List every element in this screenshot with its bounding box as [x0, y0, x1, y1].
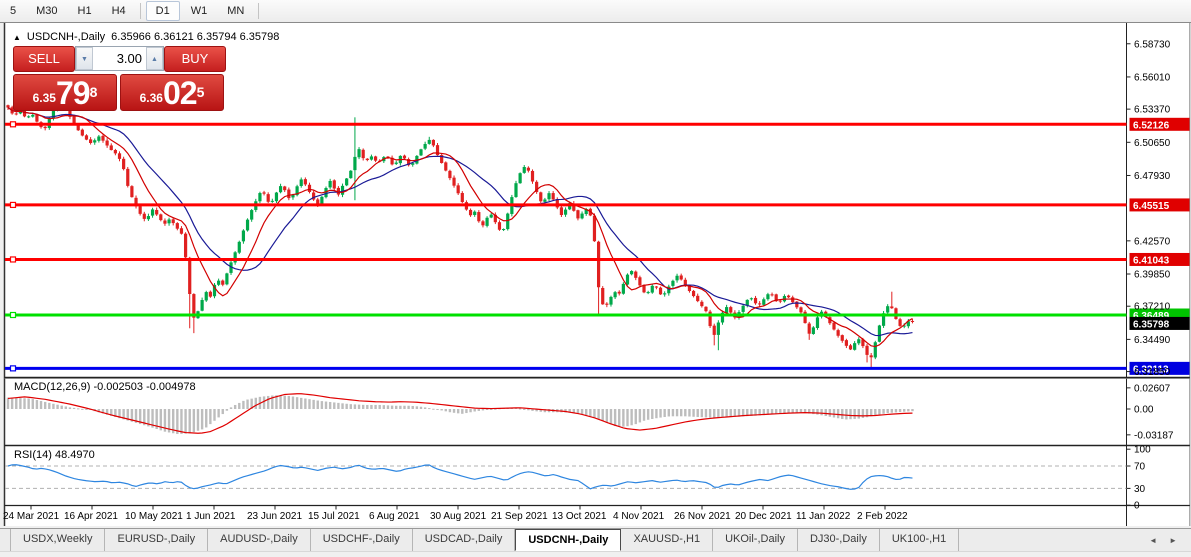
svg-text:13 Oct 2021: 13 Oct 2021 — [552, 511, 607, 522]
tab-scroll-left-icon[interactable]: ◄ — [1149, 536, 1157, 545]
svg-text:-0.03187: -0.03187 — [1134, 430, 1174, 441]
svg-text:6.52126: 6.52126 — [1133, 120, 1170, 131]
timeframe-button-5[interactable]: 5 — [1, 2, 25, 20]
chart-tab-audusd-daily[interactable]: AUDUSD-,Daily — [208, 529, 311, 551]
sell-price-panel[interactable]: 6.35 79 8 — [13, 74, 117, 111]
timeframe-button-mn[interactable]: MN — [218, 2, 253, 20]
chart-ohlc-values: 6.35966 6.36121 6.35794 6.35798 — [111, 31, 280, 43]
chart-symbol-label: USDCNH-,Daily — [26, 31, 106, 43]
timeframe-button-h1[interactable]: H1 — [69, 2, 101, 20]
svg-text:30 Aug 2021: 30 Aug 2021 — [430, 511, 487, 522]
sell-button[interactable]: SELL — [13, 46, 75, 72]
svg-text:2 Feb 2022: 2 Feb 2022 — [857, 511, 908, 522]
svg-text:6.35798: 6.35798 — [1133, 319, 1170, 330]
volume-stepper: ▼ ▲ — [75, 46, 164, 71]
rsi-indicator-label: RSI(14) 48.4970 — [14, 449, 95, 461]
volume-increase-icon[interactable]: ▲ — [146, 47, 163, 70]
sell-price-prefix: 6.35 — [32, 91, 56, 105]
buy-button[interactable]: BUY — [164, 46, 226, 72]
svg-text:15 Jul 2021: 15 Jul 2021 — [308, 511, 360, 522]
toolbar-separator — [258, 3, 260, 19]
svg-text:1 Jun 2021: 1 Jun 2021 — [186, 511, 236, 522]
sell-price-sup: 8 — [89, 84, 98, 100]
buy-price-sup: 5 — [196, 84, 205, 100]
timeframe-button-m30[interactable]: M30 — [27, 2, 66, 20]
svg-text:6.39850: 6.39850 — [1134, 270, 1171, 281]
timeframe-button-h4[interactable]: H4 — [103, 2, 135, 20]
chart-tab-uk100-h1[interactable]: UK100-,H1 — [880, 529, 960, 551]
svg-text:6.34490: 6.34490 — [1134, 335, 1171, 346]
svg-text:70: 70 — [1134, 462, 1146, 473]
volume-input[interactable] — [93, 47, 146, 70]
chart-tab-usdcad-daily[interactable]: USDCAD-,Daily — [413, 529, 516, 551]
svg-text:6.31850: 6.31850 — [1134, 367, 1171, 378]
svg-text:100: 100 — [1134, 445, 1151, 456]
svg-text:6.50650: 6.50650 — [1134, 138, 1171, 149]
svg-text:6.58730: 6.58730 — [1134, 39, 1171, 50]
chart-tab-eurusd-daily[interactable]: EURUSD-,Daily — [105, 529, 209, 551]
svg-text:0.00: 0.00 — [1134, 405, 1154, 416]
one-click-trade-panel: SELL ▼ ▲ BUY 6.35 79 8 6.36 02 5 — [13, 46, 226, 111]
timeframe-button-d1[interactable]: D1 — [145, 1, 180, 21]
svg-text:21 Sep 2021: 21 Sep 2021 — [491, 511, 548, 522]
buy-price-panel[interactable]: 6.36 02 5 — [120, 74, 224, 111]
svg-text:4 Nov 2021: 4 Nov 2021 — [613, 511, 665, 522]
chart-tab-xauusd-h1[interactable]: XAUUSD-,H1 — [621, 529, 714, 551]
chart-tab-dj30-daily[interactable]: DJ30-,Daily — [798, 529, 880, 551]
svg-text:26 Nov 2021: 26 Nov 2021 — [674, 511, 731, 522]
svg-text:16 Apr 2021: 16 Apr 2021 — [64, 511, 118, 522]
volume-decrease-icon[interactable]: ▼ — [76, 47, 93, 70]
buy-price-prefix: 6.36 — [139, 91, 163, 105]
collapse-chart-icon[interactable]: ▲ — [13, 33, 21, 42]
timeframe-button-w1[interactable]: W1 — [182, 2, 217, 20]
svg-text:6.45515: 6.45515 — [1133, 201, 1170, 212]
svg-text:24 Mar 2021: 24 Mar 2021 — [3, 511, 60, 522]
buy-price-big: 02 — [162, 75, 198, 111]
svg-text:11 Jan 2022: 11 Jan 2022 — [796, 511, 851, 522]
svg-text:0: 0 — [1134, 501, 1140, 512]
svg-text:6.37210: 6.37210 — [1134, 302, 1171, 313]
svg-text:30: 30 — [1134, 484, 1146, 495]
svg-text:6.53370: 6.53370 — [1134, 105, 1171, 116]
svg-text:0.02607: 0.02607 — [1134, 383, 1171, 394]
chart-tab-ukoil-daily[interactable]: UKOil-,Daily — [713, 529, 798, 551]
macd-indicator-label: MACD(12,26,9) -0.002503 -0.004978 — [14, 381, 196, 393]
status-strip — [0, 551, 1191, 557]
timeframe-toolbar: 5 M30 H1 H4 D1 W1 MN — [0, 0, 1191, 23]
application-window: 5 M30 H1 H4 D1 W1 MN 6.52126 6.45515 6.41043 6.36… — [0, 0, 1191, 557]
svg-text:10 May 2021: 10 May 2021 — [125, 511, 183, 522]
toolbar-separator — [139, 3, 141, 19]
svg-text:6.56010: 6.56010 — [1134, 72, 1171, 83]
svg-text:6 Aug 2021: 6 Aug 2021 — [369, 511, 420, 522]
chart-title: ▲ USDCNH-,Daily 6.35966 6.36121 6.35794 … — [13, 31, 279, 43]
symbol-tab-bar: USDX,Weekly EURUSD-,Daily AUDUSD-,Daily USD… — [0, 528, 1191, 551]
svg-text:20 Dec 2021: 20 Dec 2021 — [735, 511, 792, 522]
chart-tab-usdcnh-daily[interactable]: USDCNH-,Daily — [515, 529, 622, 551]
svg-text:6.41043: 6.41043 — [1133, 255, 1170, 266]
sell-price-big: 79 — [55, 75, 91, 111]
svg-text:6.42570: 6.42570 — [1134, 236, 1171, 247]
chart-tab-usdx-weekly[interactable]: USDX,Weekly — [10, 529, 106, 551]
chart-tab-usdchf-daily[interactable]: USDCHF-,Daily — [311, 529, 413, 551]
svg-text:6.47930: 6.47930 — [1134, 171, 1171, 182]
svg-text:23 Jun 2021: 23 Jun 2021 — [247, 511, 302, 522]
tab-scroll-right-icon[interactable]: ► — [1169, 536, 1177, 545]
